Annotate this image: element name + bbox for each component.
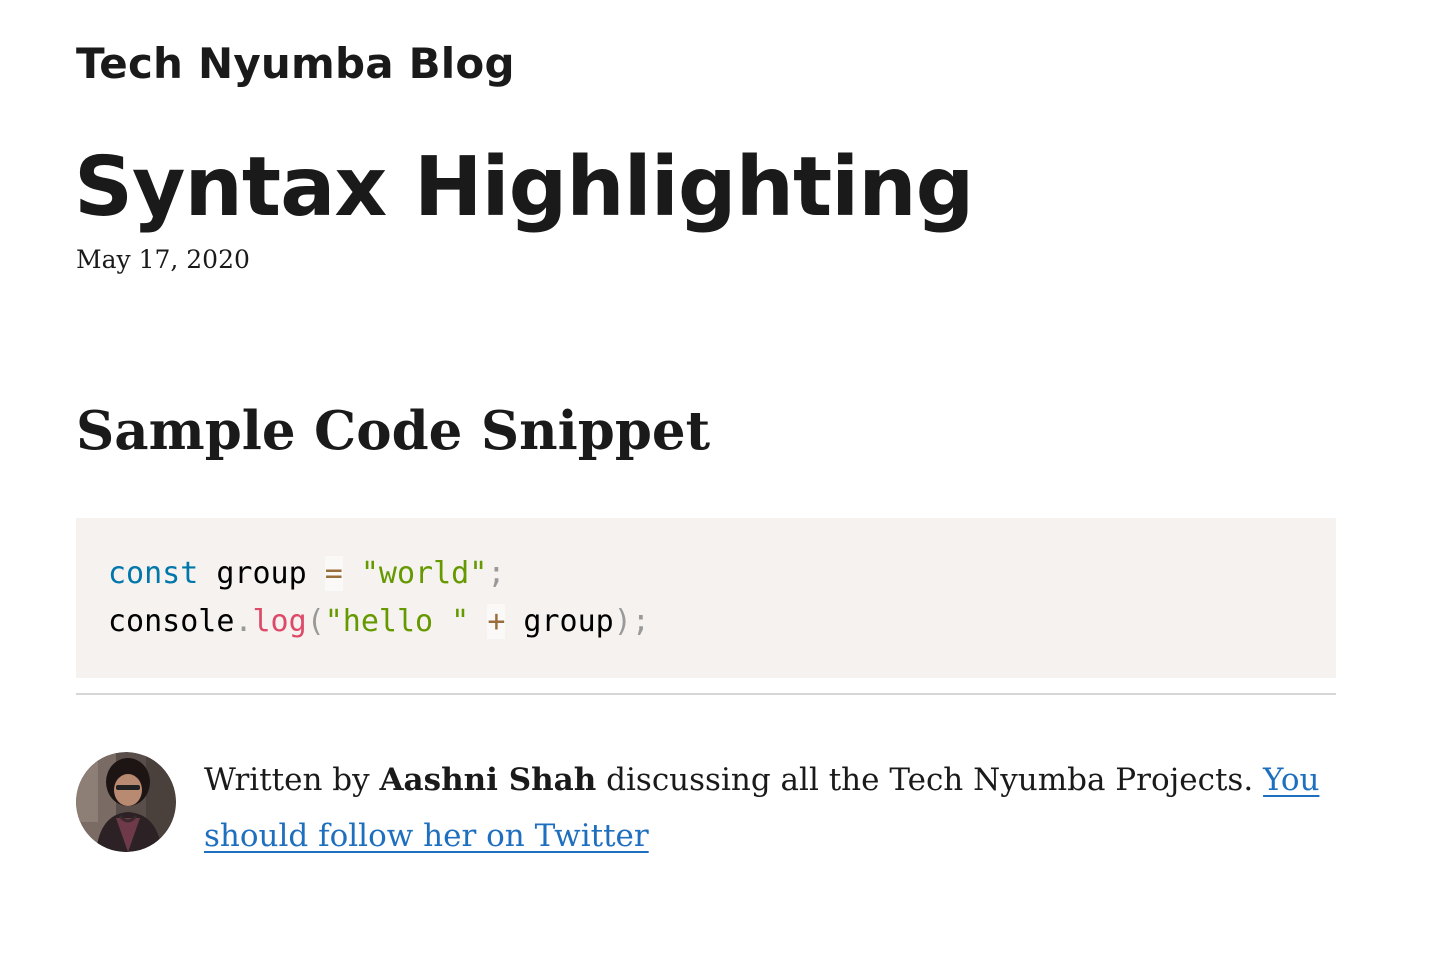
divider: [76, 693, 1336, 695]
code-token-string: "world": [360, 556, 488, 591]
code-content: const group = "world"; console.log("hello…: [108, 550, 1304, 646]
code-token-plain: group: [505, 604, 614, 639]
blog-post-page: Tech Nyumba Blog Syntax Highlighting May…: [0, 0, 1430, 960]
code-token-string: "hello ": [324, 604, 470, 639]
code-token-plain: console: [108, 604, 235, 639]
post-date: May 17, 2020: [76, 245, 250, 274]
code-line: const group = "world";: [108, 550, 1304, 598]
code-token-operator: =: [324, 556, 343, 591]
code-token-punct: ): [613, 604, 632, 639]
code-token-plain: group: [198, 556, 325, 591]
code-token-keyword: const: [108, 556, 199, 591]
code-token-punct: (: [306, 604, 325, 639]
author-photo-icon: [76, 752, 176, 852]
author-avatar: [76, 752, 176, 852]
code-token-punct: ;: [487, 556, 506, 591]
code-token-function: log: [252, 604, 307, 639]
code-token-operator: +: [487, 604, 506, 639]
author-bio: Written by Aashni Shah discussing all th…: [204, 752, 1336, 864]
code-line: console.log("hello " + group);: [108, 598, 1304, 646]
post-title: Syntax Highlighting: [74, 140, 974, 235]
author-name: Aashni Shah: [379, 762, 597, 798]
section-heading: Sample Code Snippet: [76, 400, 711, 462]
site-title[interactable]: Tech Nyumba Blog: [76, 36, 515, 92]
code-token-punct: .: [234, 604, 253, 639]
code-snippet: const group = "world"; console.log("hello…: [76, 518, 1336, 678]
author-bio-suffix: discussing all the Tech Nyumba Projects.: [596, 762, 1264, 798]
author-bio-prefix: Written by: [204, 762, 380, 798]
code-token-punct: ;: [631, 604, 650, 639]
